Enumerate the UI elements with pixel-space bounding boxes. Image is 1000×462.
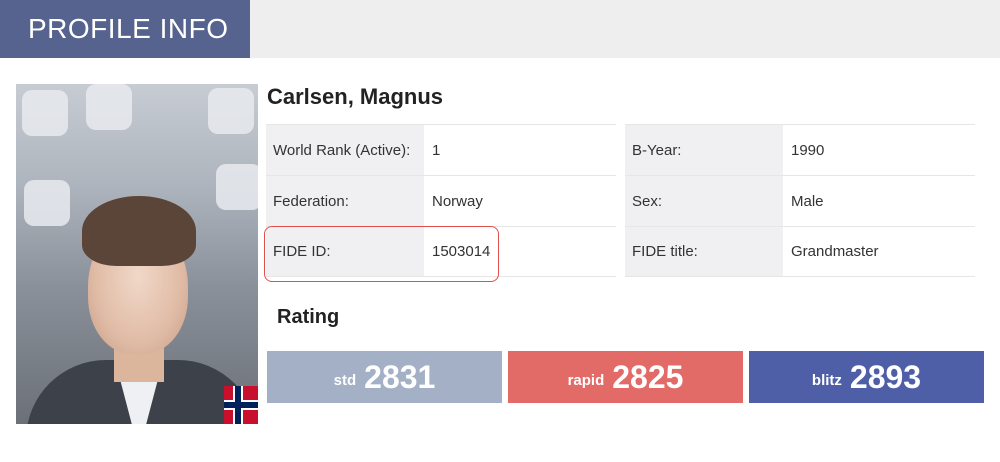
background-logo (24, 180, 70, 226)
background-logo (86, 84, 132, 130)
rating-std-label: std (333, 371, 357, 389)
detail-row-fide-title: FIDE title: Grandmaster (625, 226, 975, 277)
detail-label: World Rank (Active): (266, 125, 424, 175)
player-photo (16, 84, 258, 424)
details-table-right: B-Year: 1990 Sex: Male FIDE title: Grand… (625, 124, 975, 277)
detail-value: Grandmaster (791, 243, 879, 260)
hair (82, 196, 196, 266)
norway-flag-icon (224, 386, 258, 424)
fide-id-highlight (264, 226, 499, 282)
rating-rapid-label: rapid (567, 371, 605, 389)
detail-value: Norway (432, 192, 483, 210)
detail-row-birth-year: B-Year: 1990 (625, 124, 975, 175)
detail-row-sex: Sex: Male (625, 175, 975, 226)
page-title: PROFILE INFO (28, 13, 229, 44)
profile-info-tab: PROFILE INFO (0, 0, 250, 58)
rating-std-box: std 2831 (267, 351, 502, 403)
background-logo (22, 90, 68, 136)
rating-rapid-value: 2825 (612, 358, 684, 395)
rating-std-value: 2831 (364, 358, 436, 395)
detail-label: Federation: (266, 176, 424, 226)
detail-label: B-Year: (625, 125, 783, 175)
detail-row-federation: Federation: Norway (266, 175, 616, 226)
detail-value: 1990 (791, 141, 825, 159)
rating-blitz-box: blitz 2893 (749, 351, 984, 403)
rating-title: Rating (277, 306, 340, 328)
player-name: Carlsen, Magnus (267, 84, 444, 109)
rating-rapid-box: rapid 2825 (508, 351, 743, 403)
detail-value: 1 (432, 141, 441, 159)
background-logo (208, 88, 254, 134)
rating-blitz-label: blitz (811, 371, 842, 389)
rating-blitz-value: 2893 (849, 358, 922, 395)
detail-value: Male (791, 192, 824, 210)
detail-label: FIDE title: (625, 227, 783, 276)
background-logo (216, 164, 258, 210)
detail-label: Sex: (625, 176, 783, 226)
detail-row-world-rank: World Rank (Active): 1 (266, 124, 616, 175)
